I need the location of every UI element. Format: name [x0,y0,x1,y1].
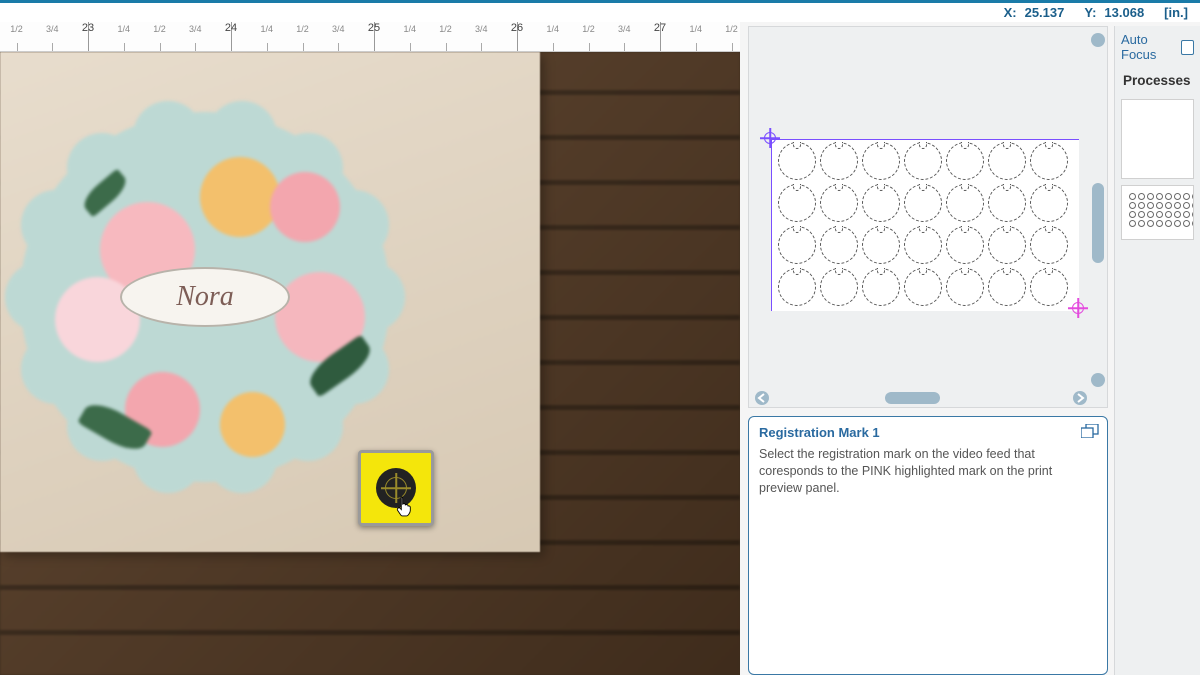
printed-ornament: Nora [20,112,390,482]
side-panel: Auto Focus Processes [1114,26,1200,675]
preview-ornament-shape[interactable] [1030,226,1068,264]
top-coordinates-bar: X: 25.137 Y: 13.068 [in.] [0,0,1200,22]
scrollbar-thumb[interactable] [885,392,940,404]
scroll-up-button[interactable] [1091,33,1105,47]
preview-ornament-shape[interactable] [778,268,816,306]
preview-ornament-shape[interactable] [946,142,984,180]
horizontal-ruler: 231/41/23/4241/41/23/4251/41/23/4261/41/… [0,22,740,52]
registration-target-button[interactable] [358,450,434,526]
preview-ornament-shape[interactable] [1030,142,1068,180]
scroll-left-button[interactable] [755,391,769,405]
pointer-cursor-icon [395,495,413,517]
preview-ornament-shape[interactable] [988,142,1026,180]
scroll-right-button[interactable] [1073,391,1087,405]
preview-ornament-shape[interactable] [904,268,942,306]
processes-header: Processes [1115,68,1200,93]
preview-ornament-shape[interactable] [904,142,942,180]
coord-x: X: 25.137 [1004,5,1065,20]
preview-ornament-shape[interactable] [862,226,900,264]
preview-ornament-shape[interactable] [862,268,900,306]
coord-x-label: X: [1004,5,1017,20]
coord-y-value: 13.068 [1104,5,1144,20]
restore-window-icon[interactable] [1081,424,1099,438]
coord-y-label: Y: [1084,5,1096,20]
autofocus-checkbox[interactable] [1181,40,1194,55]
coord-unit: [in.] [1164,5,1188,20]
preview-ornament-shape[interactable] [820,184,858,222]
preview-ornament-shape[interactable] [778,142,816,180]
instruction-panel: Registration Mark 1 Select the registrat… [748,416,1108,675]
preview-ornament-shape[interactable] [862,184,900,222]
registration-mark-pink[interactable] [1068,298,1088,318]
instruction-title: Registration Mark 1 [759,425,1097,440]
autofocus-row[interactable]: Auto Focus [1115,26,1200,68]
preview-ornament-shape[interactable] [946,226,984,264]
preview-ornament-shape[interactable] [862,142,900,180]
ornament-name-label: Nora [120,267,290,327]
print-preview-panel[interactable] [748,26,1108,408]
autofocus-label: Auto Focus [1121,32,1175,62]
coord-x-value: 25.137 [1025,5,1065,20]
preview-ornament-shape[interactable] [988,226,1026,264]
preview-ornament-shape[interactable] [946,268,984,306]
preview-ornament-shape[interactable] [778,184,816,222]
preview-ornament-shape[interactable] [904,226,942,264]
preview-vertical-scrollbar[interactable] [1091,33,1105,387]
preview-ornament-shape[interactable] [820,268,858,306]
preview-ornament-shape[interactable] [820,142,858,180]
process-thumb-raster[interactable] [1121,185,1194,240]
scroll-down-button[interactable] [1091,373,1105,387]
preview-ornament-shape[interactable] [904,184,942,222]
preview-horizontal-scrollbar[interactable] [755,391,1087,405]
preview-ornament-shape[interactable] [1030,184,1068,222]
instruction-body: Select the registration mark on the vide… [759,446,1097,497]
video-feed-viewport[interactable]: Nora [0,52,740,675]
preview-ornament-shape[interactable] [946,184,984,222]
preview-ornament-shape[interactable] [820,226,858,264]
process-thumb-vector[interactable] [1121,99,1194,179]
scrollbar-thumb[interactable] [1092,183,1104,263]
preview-canvas[interactable] [771,139,1079,311]
coord-y: Y: 13.068 [1084,5,1144,20]
preview-ornament-shape[interactable] [778,226,816,264]
preview-ornament-shape[interactable] [988,268,1026,306]
preview-ornament-shape[interactable] [988,184,1026,222]
registration-mark-origin[interactable] [760,128,780,148]
preview-ornament-shape[interactable] [1030,268,1068,306]
